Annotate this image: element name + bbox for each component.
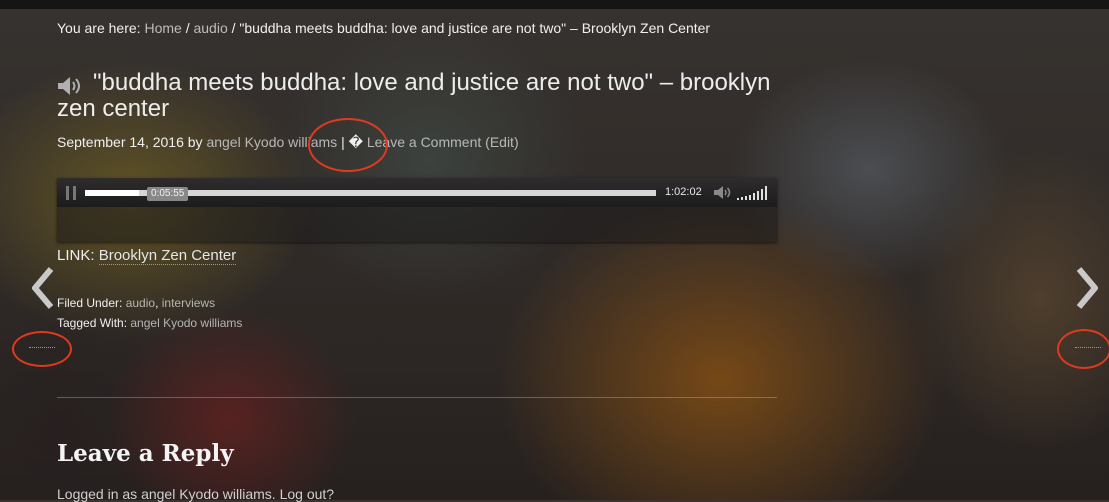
volume-slider[interactable] xyxy=(737,186,769,200)
breadcrumb-current: "buddha meets buddha: love and justice a… xyxy=(239,20,711,36)
filed-under: Filed Under: audio, interviews xyxy=(57,296,216,310)
breadcrumb-separator: / xyxy=(227,20,240,36)
edit-link[interactable]: (Edit) xyxy=(485,134,518,150)
post-link-line: LINK: Brooklyn Zen Center xyxy=(57,247,237,265)
post-by: by xyxy=(183,134,207,150)
audio-speaker-icon xyxy=(58,77,80,95)
player-controls: 0:05:55 1:02:02 xyxy=(57,178,777,207)
breadcrumb-separator: / xyxy=(181,20,194,36)
breadcrumb-home-link[interactable]: Home xyxy=(144,20,181,36)
previous-post-arrow-icon[interactable] xyxy=(27,263,57,313)
link-label: LINK: xyxy=(57,247,99,264)
breadcrumb-audio-link[interactable]: audio xyxy=(193,20,227,36)
section-divider xyxy=(57,397,777,398)
pause-button[interactable] xyxy=(66,186,78,200)
played-bar xyxy=(85,190,140,196)
post-header: "buddha meets buddha: love and justice a… xyxy=(57,70,777,122)
category-link-interviews[interactable]: interviews xyxy=(162,296,215,310)
tagged-with: Tagged With: angel Kyodo williams xyxy=(57,316,242,330)
brooklyn-zen-center-link[interactable]: Brooklyn Zen Center xyxy=(98,247,237,265)
annotation-circle-comment-glyph xyxy=(308,118,388,172)
tagged-with-label: Tagged With: xyxy=(57,316,131,330)
filed-under-label: Filed Under: xyxy=(57,296,126,310)
volume-mute-icon[interactable] xyxy=(713,185,731,200)
leave-reply-heading: Leave a Reply xyxy=(57,440,234,467)
audio-player: 0:05:55 1:02:02 xyxy=(57,178,777,242)
top-bar xyxy=(0,0,1109,9)
category-link-audio[interactable]: audio xyxy=(126,296,155,310)
annotation-circle-left-dots xyxy=(12,331,72,367)
seek-bar[interactable]: 0:05:55 xyxy=(85,187,656,201)
annotation-circle-right-dots xyxy=(1057,329,1109,369)
breadcrumb-prefix: You are here: xyxy=(57,20,145,36)
next-post-arrow-icon[interactable] xyxy=(1073,263,1103,313)
hover-time-tooltip: 0:05:55 xyxy=(147,187,189,201)
tag-link[interactable]: angel Kyodo williams xyxy=(130,316,242,330)
duration-label: 1:02:02 xyxy=(665,186,702,198)
post-title: "buddha meets buddha: love and justice a… xyxy=(57,69,771,122)
breadcrumb: You are here: Home / audio / "buddha mee… xyxy=(57,20,710,36)
post-date: September 14, 2016 xyxy=(57,134,184,150)
post-meta: September 14, 2016 by angel Kyodo willia… xyxy=(57,134,519,151)
